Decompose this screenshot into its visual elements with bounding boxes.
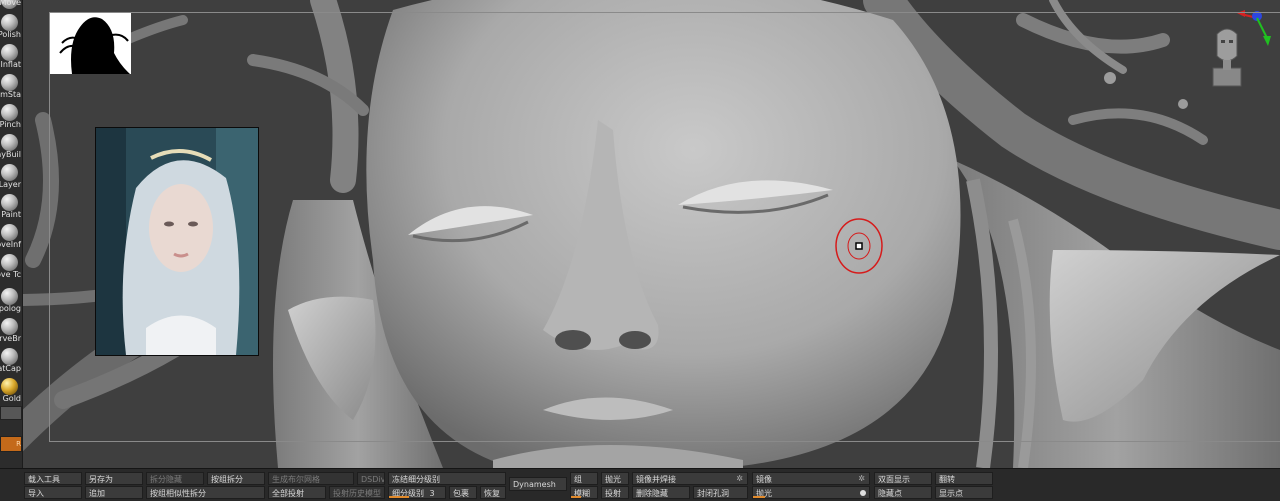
mirror-button[interactable]: 镜像 ✲ bbox=[752, 472, 870, 485]
sculpt-viewport[interactable] bbox=[23, 0, 1280, 468]
brush-palette: Move Polish Inflat amSta Pinch ayBuil La… bbox=[0, 0, 23, 468]
double-sided-button[interactable]: 双面显示 bbox=[874, 472, 932, 485]
polish-fill bbox=[753, 496, 765, 498]
restore-button[interactable]: 恢复 bbox=[480, 486, 506, 499]
layer-brush-icon bbox=[1, 164, 18, 181]
wrap-button[interactable]: 包裹 bbox=[449, 486, 477, 499]
brush-claybuildup[interactable]: ayBuil bbox=[0, 132, 22, 162]
brush-paint[interactable]: Paint bbox=[0, 192, 22, 222]
brush-cursor bbox=[835, 218, 885, 274]
brush-label: Pinch bbox=[0, 120, 21, 129]
matcap-material-icon bbox=[1, 348, 18, 365]
cloth-mesh-button[interactable]: 生成布尔网格 bbox=[268, 472, 354, 485]
navigation-head-icon[interactable] bbox=[1209, 24, 1245, 90]
brush-label: oveInf bbox=[0, 240, 21, 249]
split-hidden-button[interactable]: 拆分隐藏 bbox=[146, 472, 204, 485]
curvebridge-brush-icon bbox=[1, 318, 18, 335]
brush-label: Paint bbox=[1, 210, 21, 219]
damstandard-brush-icon bbox=[1, 74, 18, 91]
save-as-button[interactable]: 另存为 bbox=[85, 472, 143, 485]
mirror-label: 镜像 bbox=[756, 475, 772, 484]
brush-label: Inflat bbox=[0, 60, 21, 69]
brush-label: Gold bbox=[2, 394, 21, 403]
brush-inflat[interactable]: Inflat bbox=[0, 42, 22, 72]
topology-brush-icon bbox=[1, 288, 18, 305]
moveinfinite-brush-icon bbox=[1, 224, 18, 241]
swatch-label: R bbox=[16, 440, 21, 448]
antler-nub bbox=[1178, 99, 1188, 109]
project-button[interactable]: 投射 bbox=[601, 486, 629, 499]
brush-damstandard[interactable]: amSta bbox=[0, 72, 22, 102]
brush-label: ove Tc bbox=[0, 270, 21, 279]
brush-label: Move bbox=[0, 0, 21, 7]
brush-curvebridge[interactable]: urveBr bbox=[0, 316, 22, 346]
brush-movetopological[interactable]: ove Tc bbox=[0, 252, 22, 282]
project-all-button[interactable]: 全部投射 bbox=[268, 486, 326, 499]
project-history-button[interactable]: 投射历史模型 bbox=[329, 486, 385, 499]
polish-toggle-button[interactable]: 抛光 bbox=[601, 472, 629, 485]
reference-image[interactable] bbox=[95, 127, 259, 356]
brush-label: amSta bbox=[0, 90, 21, 99]
dynamesh-button[interactable]: Dynamesh bbox=[509, 477, 567, 491]
movetopological-brush-icon bbox=[1, 254, 18, 271]
import-button[interactable]: 导入 bbox=[24, 486, 82, 499]
silhouette-thumbnail[interactable] bbox=[50, 13, 131, 74]
brush-label: Polish bbox=[0, 30, 21, 39]
polish-slider[interactable]: 抛光 bbox=[752, 486, 870, 499]
bottom-toolbar: 载入工具 另存为 拆分隐藏 按组拆分 生成布尔网格 DSDiv 冻结细分级别 组… bbox=[0, 468, 1280, 501]
blur-fill bbox=[571, 496, 582, 498]
load-tool-button[interactable]: 载入工具 bbox=[24, 472, 82, 485]
material-gold[interactable]: Gold bbox=[0, 376, 22, 406]
brush-label: opolog bbox=[0, 304, 21, 313]
brush-label: urveBr bbox=[0, 334, 21, 343]
gold-material-icon bbox=[1, 378, 18, 395]
paint-brush-icon bbox=[1, 194, 18, 211]
dsdiv-button[interactable]: DSDiv bbox=[357, 472, 385, 485]
brush-topology[interactable]: opolog bbox=[0, 286, 22, 316]
claybuildup-brush-icon bbox=[1, 134, 18, 151]
blur-slider[interactable]: 模糊 bbox=[570, 486, 598, 499]
star-icon: ✲ bbox=[736, 474, 743, 483]
delete-hidden-button[interactable]: 删除隐藏 bbox=[632, 486, 690, 499]
subdiv-level-slider[interactable]: 细分级别 3 bbox=[388, 486, 446, 499]
color-swatch-gray[interactable] bbox=[0, 406, 22, 420]
polish-brush-icon bbox=[1, 14, 18, 31]
flip-button[interactable]: 翻转 bbox=[935, 472, 993, 485]
subdiv-level-fill bbox=[389, 496, 409, 498]
close-holes-button[interactable]: 封闭孔洞 bbox=[693, 486, 748, 499]
brush-pinch[interactable]: Pinch bbox=[0, 102, 22, 132]
brush-label: atCap bbox=[0, 364, 21, 373]
brush-label: Layer bbox=[0, 180, 21, 189]
mirror-weld-label: 镜像并焊接 bbox=[636, 475, 676, 484]
groups-split-button[interactable]: 按组拆分 bbox=[207, 472, 265, 485]
subdiv-level-value: 3 bbox=[429, 489, 435, 498]
brush-label: ayBuil bbox=[0, 150, 21, 159]
color-swatch-orange[interactable]: R bbox=[0, 436, 22, 452]
star-icon: ✲ bbox=[858, 474, 865, 483]
brush-layer[interactable]: Layer bbox=[0, 162, 22, 192]
hide-points-button[interactable]: 隐藏点 bbox=[874, 486, 932, 499]
group-button[interactable]: 组 bbox=[570, 472, 598, 485]
freeze-subdiv-button[interactable]: 冻结细分级别 bbox=[388, 472, 506, 485]
slider-knob-icon bbox=[860, 490, 866, 496]
append-button[interactable]: 追加 bbox=[85, 486, 143, 499]
brush-polish[interactable]: Polish bbox=[0, 12, 22, 42]
show-points-button[interactable]: 显示点 bbox=[935, 486, 993, 499]
mirror-weld-button[interactable]: 镜像并焊接 ✲ bbox=[632, 472, 748, 485]
inflat-brush-icon bbox=[1, 44, 18, 61]
pinch-brush-icon bbox=[1, 104, 18, 121]
brush-moveinfinite[interactable]: oveInf bbox=[0, 222, 22, 252]
material-matcap[interactable]: atCap bbox=[0, 346, 22, 376]
antler-nub bbox=[1104, 72, 1116, 84]
split-similar-button[interactable]: 按组相似性拆分 bbox=[146, 486, 265, 499]
